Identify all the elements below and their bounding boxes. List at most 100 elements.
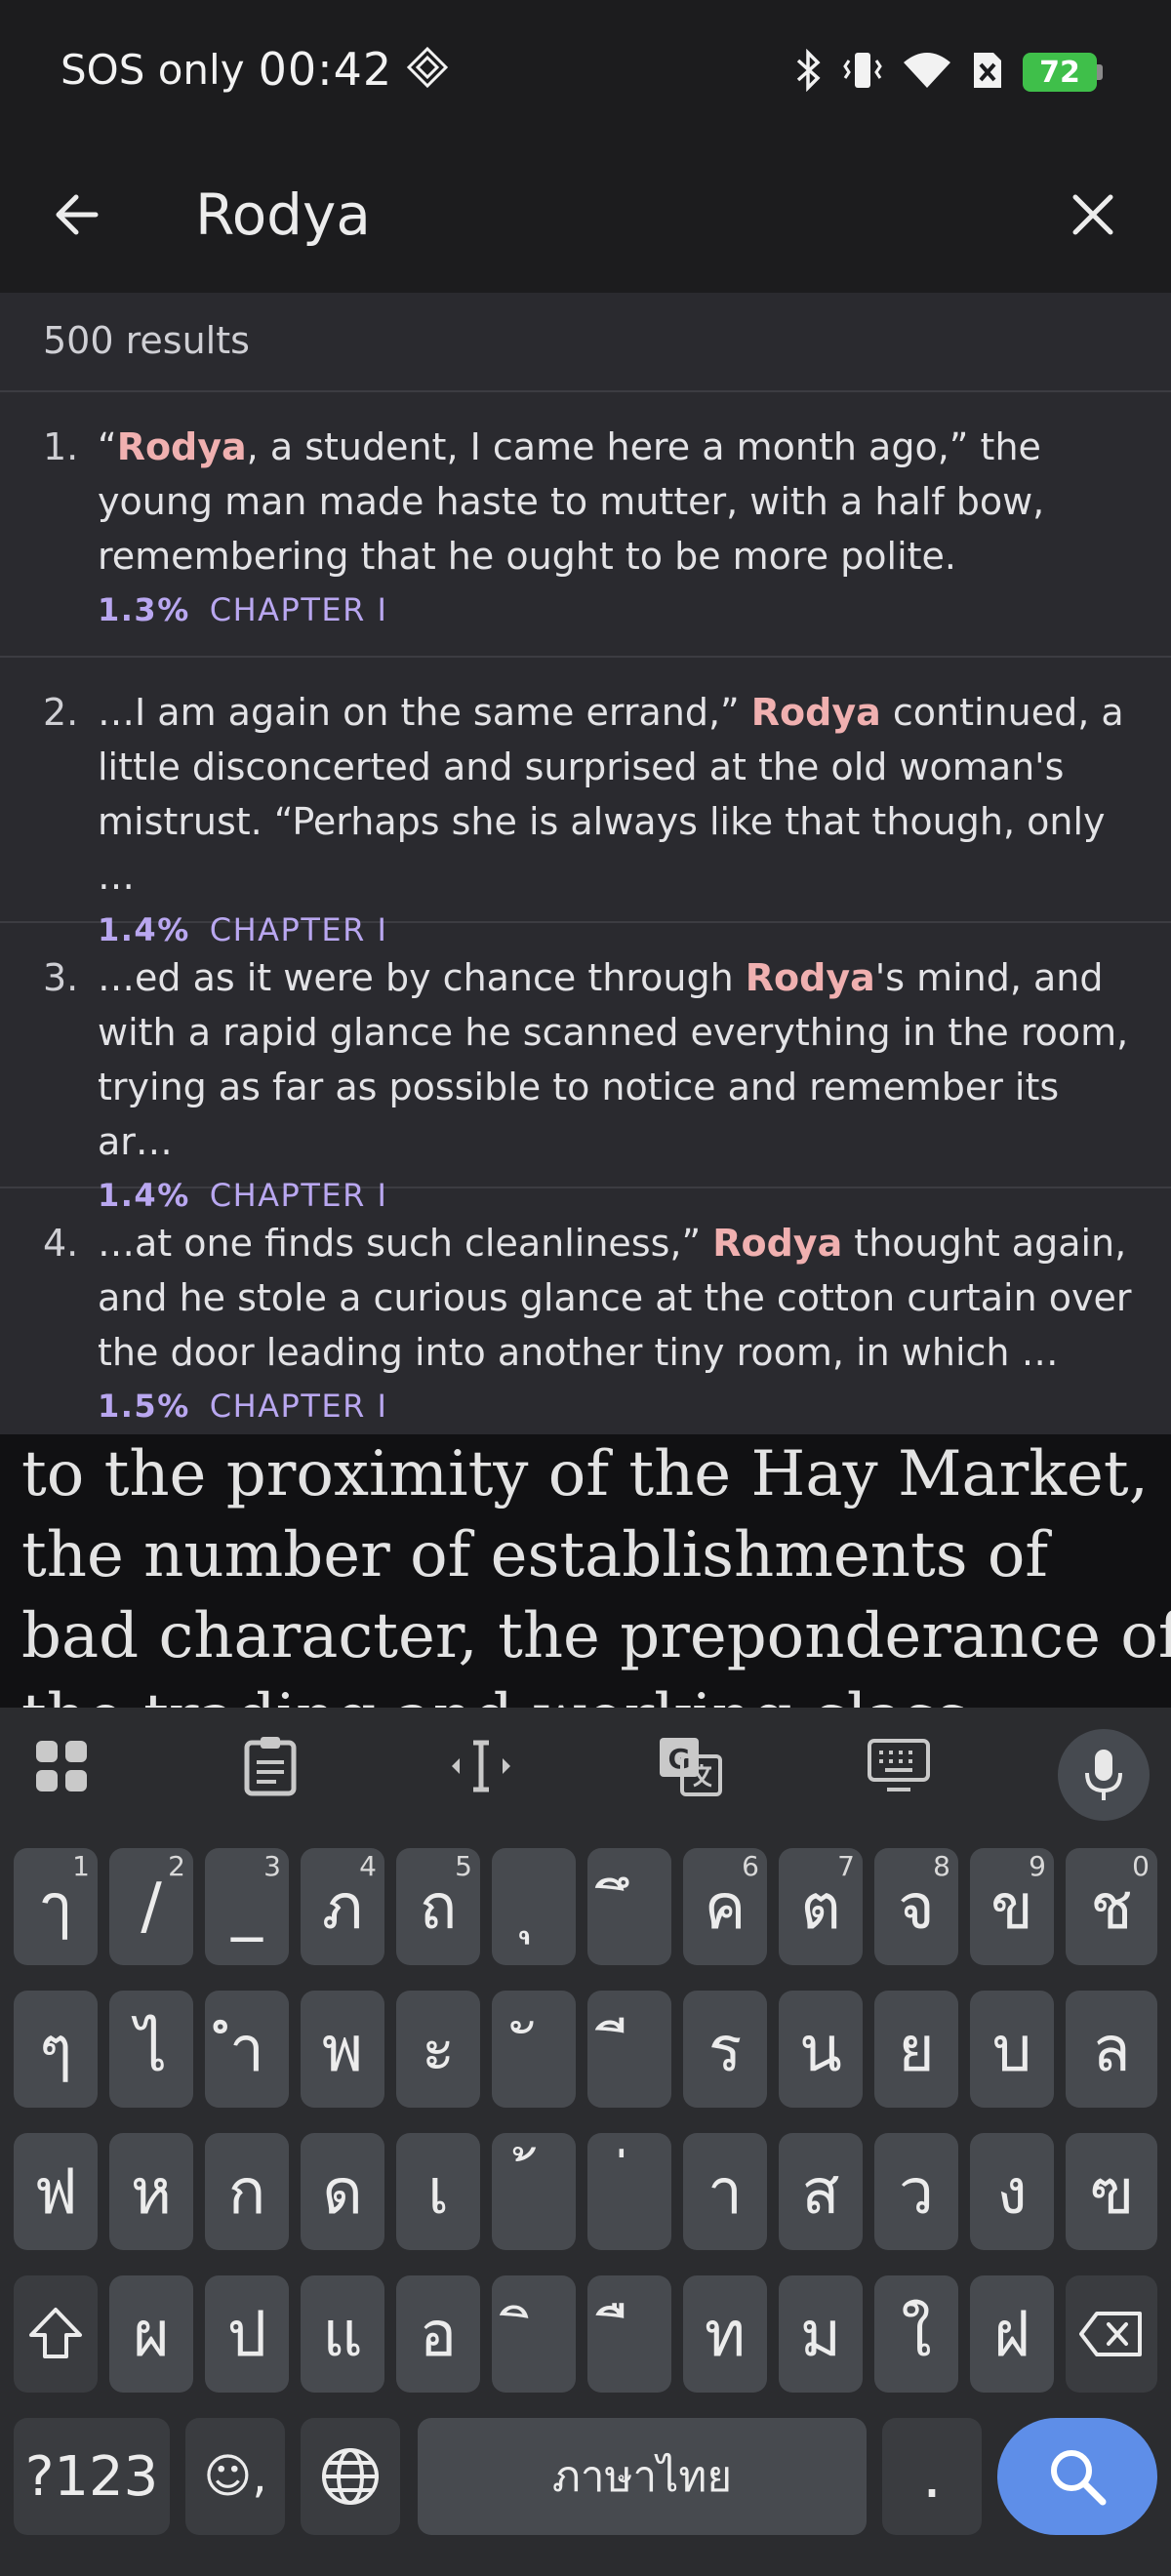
key-row1[interactable]: ๅ1 (14, 1848, 98, 1965)
key-row2[interactable]: ร (683, 1991, 767, 2108)
space-key[interactable]: ภาษาไทย (418, 2418, 867, 2535)
key-row3[interactable]: ห (109, 2133, 193, 2250)
voice-input-button[interactable] (1058, 1729, 1150, 1821)
vibrate-icon (841, 49, 884, 96)
key-row1[interactable]: ต7 (779, 1848, 863, 1965)
key-row3[interactable]: ง (970, 2133, 1054, 2250)
key-row2[interactable]: ย (874, 1991, 958, 2108)
battery-indicator: 72 (1023, 53, 1103, 92)
microphone-icon (1085, 1750, 1122, 1800)
clipboard-button[interactable] (226, 1729, 314, 1803)
key-row1[interactable]: จ8 (874, 1848, 958, 1965)
keyboard-settings-button[interactable] (855, 1729, 943, 1803)
text-cursor-button[interactable] (437, 1729, 525, 1803)
emoji-comma-key[interactable]: ☺, (185, 2418, 285, 2535)
reader-line: the number of establishments of (21, 1519, 1049, 1591)
key-row1[interactable]: ถ5 (396, 1848, 480, 1965)
search-result-item[interactable]: 1. “Rodya, a student, I came here a mont… (0, 392, 1171, 658)
status-left: SOS only 00:42 (61, 43, 449, 96)
key-row3[interactable]: ส (779, 2133, 863, 2250)
result-percent: 1.5% (98, 1388, 190, 1425)
language-switch-key[interactable] (301, 2418, 400, 2535)
key-row1[interactable]: ช0 (1066, 1848, 1157, 1965)
close-icon (1072, 194, 1113, 235)
key-row2[interactable]: ล (1066, 1991, 1157, 2108)
nfc-diamond-icon (406, 46, 449, 93)
back-button[interactable] (39, 176, 117, 254)
search-header: Rodya (0, 137, 1171, 293)
key-row1[interactable]: ข9 (970, 1848, 1054, 1965)
apps-grid-button[interactable] (18, 1729, 105, 1803)
key-row3[interactable]: ว (874, 2133, 958, 2250)
clipboard-icon (244, 1737, 297, 1796)
keyboard: G ๅ1 /2 _3 ภ4 ถ5 ุ ึ ค6 ต7 จ8 ข9 ช0 ๆ ไ … (0, 1708, 1171, 2576)
result-highlight: Rodya (750, 691, 881, 734)
status-right: 72 (794, 48, 1103, 96)
key-row4[interactable]: แ (301, 2275, 384, 2393)
result-highlight: Rodya (712, 1222, 843, 1265)
backspace-key[interactable] (1066, 2275, 1157, 2393)
key-row4[interactable]: ท (683, 2275, 767, 2393)
keyboard-toolbar: G (0, 1708, 1171, 1825)
result-location: 1.3% CHAPTER I (98, 587, 1132, 632)
search-result-item[interactable]: 4. …at one finds such cleanliness,” Rody… (0, 1188, 1171, 1434)
svg-text:G: G (668, 1743, 691, 1775)
key-row4[interactable]: ใ (874, 2275, 958, 2393)
key-row3[interactable]: ้ (492, 2133, 576, 2250)
key-row2[interactable]: พ (301, 1991, 384, 2108)
arrow-left-icon (56, 194, 99, 235)
key-row2[interactable]: ี (587, 1991, 671, 2108)
symbols-key[interactable]: ?123 (14, 2418, 170, 2535)
key-row2[interactable]: ะ (396, 1991, 480, 2108)
key-row4[interactable]: ป (205, 2275, 289, 2393)
search-results-panel: 500 results 1. “Rodya, a student, I came… (0, 293, 1171, 1434)
key-row4[interactable]: อ (396, 2275, 480, 2393)
result-number: 1. (43, 425, 79, 468)
reader-line: the trading and working class (21, 1677, 1150, 1708)
result-number: 4. (43, 1222, 79, 1265)
key-row3[interactable]: เ (396, 2133, 480, 2250)
key-row1[interactable]: ค6 (683, 1848, 767, 1965)
key-row2[interactable]: ำ (205, 1991, 289, 2108)
shift-icon (29, 2308, 82, 2358)
key-row2[interactable]: ๆ (14, 1991, 98, 2108)
result-snippet: …I am again on the same errand,” Rodya c… (98, 691, 1124, 898)
reader-line: to the proximity of the Hay Market, (21, 1438, 1149, 1510)
period-key[interactable]: . (882, 2418, 982, 2535)
key-row1[interactable]: ึ (587, 1848, 671, 1965)
key-row3[interactable]: ฃ (1066, 2133, 1157, 2250)
key-row4[interactable]: ฝ (970, 2275, 1054, 2393)
results-count: 500 results (0, 293, 1171, 392)
battery-level: 72 (1023, 53, 1097, 92)
result-snippet: “Rodya, a student, I came here a month a… (98, 425, 1045, 578)
keyboard-icon (868, 1739, 930, 1791)
key-row4[interactable]: ื (587, 2275, 671, 2393)
key-row3[interactable]: ด (301, 2133, 384, 2250)
search-result-item[interactable]: 3. …ed as it were by chance through Rody… (0, 923, 1171, 1214)
key-row2[interactable]: ั (492, 1991, 576, 2108)
search-result-item[interactable]: 2. …I am again on the same errand,” Rody… (0, 658, 1171, 948)
key-row3[interactable]: า (683, 2133, 767, 2250)
key-row3[interactable]: ่ (587, 2133, 671, 2250)
key-row2[interactable]: น (779, 1991, 863, 2108)
key-row3[interactable]: ก (205, 2133, 289, 2250)
text-cursor-icon (452, 1740, 510, 1792)
key-row4[interactable]: ิ (492, 2275, 576, 2393)
key-row2[interactable]: ไ (109, 1991, 193, 2108)
search-query[interactable]: Rodya (195, 166, 371, 263)
key-row4[interactable]: ม (779, 2275, 863, 2393)
key-row4[interactable]: ผ (109, 2275, 193, 2393)
key-row1[interactable]: /2 (109, 1848, 193, 1965)
reader-line: bad character, the preponderance of (21, 1600, 1171, 1672)
key-row3[interactable]: ฟ (14, 2133, 98, 2250)
clear-search-button[interactable] (1054, 176, 1132, 254)
shift-key[interactable] (14, 2275, 98, 2393)
key-row1[interactable]: ภ4 (301, 1848, 384, 1965)
key-row1[interactable]: _ 3 (205, 1848, 289, 1965)
key-row1[interactable]: ุ (492, 1848, 576, 1965)
key-row2[interactable]: บ (970, 1991, 1054, 2108)
globe-icon (322, 2448, 379, 2505)
search-key[interactable] (997, 2418, 1157, 2535)
translate-button[interactable]: G (646, 1729, 734, 1803)
result-chapter: CHAPTER I (209, 591, 388, 628)
